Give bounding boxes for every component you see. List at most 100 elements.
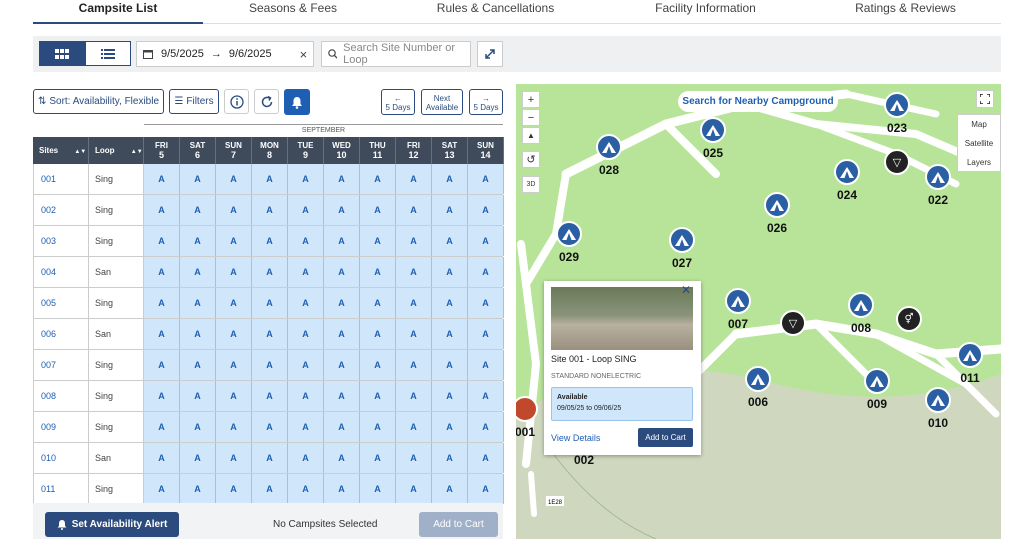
sort-button[interactable]: ⇅ Sort: Availability, Flexible xyxy=(33,89,164,114)
availability-cell[interactable]: A xyxy=(288,474,324,504)
availability-cell[interactable]: A xyxy=(144,474,180,504)
availability-cell[interactable]: A xyxy=(432,319,468,349)
availability-cell[interactable]: A xyxy=(180,350,216,380)
campsite-pin[interactable] xyxy=(669,227,695,253)
availability-cell[interactable]: A xyxy=(288,288,324,318)
tab-campsite-list[interactable]: Campsite List xyxy=(33,0,203,24)
close-icon[interactable]: ✕ xyxy=(681,283,691,297)
availability-cell[interactable]: A xyxy=(324,226,360,256)
reset-view-button[interactable]: ↺ xyxy=(522,151,540,168)
availability-cell[interactable]: A xyxy=(216,319,252,349)
availability-cell[interactable]: A xyxy=(252,412,288,442)
col-header-loop[interactable]: Loop ▲▼ xyxy=(89,137,144,164)
availability-cell[interactable]: A xyxy=(432,195,468,225)
layer-satellite[interactable]: Satellite xyxy=(958,134,1000,153)
availability-cell[interactable]: A xyxy=(288,412,324,442)
campsite-pin[interactable] xyxy=(745,366,771,392)
availability-cell[interactable]: A xyxy=(396,412,432,442)
availability-cell[interactable]: A xyxy=(324,350,360,380)
tab-facility-information[interactable]: Facility Information xyxy=(633,0,778,24)
availability-cell[interactable]: A xyxy=(324,319,360,349)
availability-cell[interactable]: A xyxy=(432,381,468,411)
availability-cell[interactable]: A xyxy=(180,195,216,225)
availability-cell[interactable]: A xyxy=(180,381,216,411)
availability-cell[interactable]: A xyxy=(324,164,360,194)
campsite-pin[interactable] xyxy=(764,192,790,218)
campsite-pin[interactable] xyxy=(596,134,622,160)
availability-cell[interactable]: A xyxy=(288,350,324,380)
availability-cell[interactable]: A xyxy=(180,257,216,287)
filters-button[interactable]: ☰ Filters xyxy=(169,89,219,114)
campsite-pin[interactable] xyxy=(725,288,751,314)
next-available-button[interactable]: Next Available xyxy=(421,89,463,115)
prev-5-days-button[interactable]: ← 5 Days xyxy=(381,89,415,115)
availability-cell[interactable]: A xyxy=(144,350,180,380)
compass-button[interactable]: ▲ xyxy=(522,127,540,144)
availability-cell[interactable]: A xyxy=(324,381,360,411)
availability-cell[interactable]: A xyxy=(252,226,288,256)
clear-dates-icon[interactable]: × xyxy=(300,47,308,62)
availability-cell[interactable]: A xyxy=(324,288,360,318)
availability-cell[interactable]: A xyxy=(216,412,252,442)
availability-cell[interactable]: A xyxy=(432,288,468,318)
availability-cell[interactable]: A xyxy=(144,319,180,349)
availability-cell[interactable]: A xyxy=(432,226,468,256)
availability-cell[interactable]: A xyxy=(144,412,180,442)
site-link[interactable]: 011 xyxy=(33,474,89,504)
availability-cell[interactable]: A xyxy=(396,226,432,256)
start-date[interactable]: 9/5/2025 xyxy=(161,48,204,60)
notify-button[interactable] xyxy=(284,89,310,115)
layer-map[interactable]: Map xyxy=(958,115,1000,134)
availability-cell[interactable]: A xyxy=(468,474,504,504)
availability-cell[interactable]: A xyxy=(216,474,252,504)
availability-cell[interactable]: A xyxy=(288,226,324,256)
expand-button[interactable] xyxy=(477,41,503,67)
site-link[interactable]: 008 xyxy=(33,381,89,411)
campsite-pin[interactable] xyxy=(864,368,890,394)
availability-cell[interactable]: A xyxy=(252,474,288,504)
availability-cell[interactable]: A xyxy=(396,474,432,504)
availability-cell[interactable]: A xyxy=(360,474,396,504)
campground-map[interactable]: 1E28 + − ▲ ↺ 3D Search for Nearby Campgr… xyxy=(516,84,1001,539)
availability-cell[interactable]: A xyxy=(432,412,468,442)
col-header-sites[interactable]: Sites ▲▼ xyxy=(33,137,89,164)
availability-cell[interactable]: A xyxy=(216,350,252,380)
availability-cell[interactable]: A xyxy=(360,164,396,194)
availability-cell[interactable]: A xyxy=(216,443,252,473)
zoom-in-button[interactable]: + xyxy=(522,91,540,108)
layer-layers[interactable]: Layers xyxy=(958,153,1000,172)
date-range-picker[interactable]: 9/5/2025 → 9/6/2025 × xyxy=(136,41,314,67)
availability-cell[interactable]: A xyxy=(180,474,216,504)
availability-cell[interactable]: A xyxy=(252,195,288,225)
next-5-days-button[interactable]: → 5 Days xyxy=(469,89,503,115)
availability-cell[interactable]: A xyxy=(432,474,468,504)
availability-cell[interactable]: A xyxy=(216,288,252,318)
availability-cell[interactable]: A xyxy=(360,195,396,225)
availability-cell[interactable]: A xyxy=(180,443,216,473)
availability-cell[interactable]: A xyxy=(144,257,180,287)
availability-cell[interactable]: A xyxy=(180,164,216,194)
site-link[interactable]: 007 xyxy=(33,350,89,380)
availability-cell[interactable]: A xyxy=(324,257,360,287)
campsite-pin[interactable] xyxy=(556,221,582,247)
availability-cell[interactable]: A xyxy=(144,164,180,194)
availability-cell[interactable]: A xyxy=(288,319,324,349)
availability-cell[interactable]: A xyxy=(468,350,504,380)
availability-cell[interactable]: A xyxy=(288,443,324,473)
availability-cell[interactable]: A xyxy=(468,412,504,442)
availability-cell[interactable]: A xyxy=(360,288,396,318)
availability-cell[interactable]: A xyxy=(360,350,396,380)
add-to-cart-button[interactable]: Add to Cart xyxy=(419,512,498,537)
availability-cell[interactable]: A xyxy=(360,412,396,442)
availability-cell[interactable]: A xyxy=(324,412,360,442)
campsite-pin[interactable] xyxy=(884,92,910,118)
availability-cell[interactable]: A xyxy=(468,164,504,194)
availability-cell[interactable]: A xyxy=(432,164,468,194)
availability-cell[interactable]: A xyxy=(396,195,432,225)
site-link[interactable]: 010 xyxy=(33,443,89,473)
availability-cell[interactable]: A xyxy=(144,288,180,318)
availability-cell[interactable]: A xyxy=(288,381,324,411)
availability-cell[interactable]: A xyxy=(360,226,396,256)
availability-cell[interactable]: A xyxy=(396,257,432,287)
availability-cell[interactable]: A xyxy=(324,474,360,504)
